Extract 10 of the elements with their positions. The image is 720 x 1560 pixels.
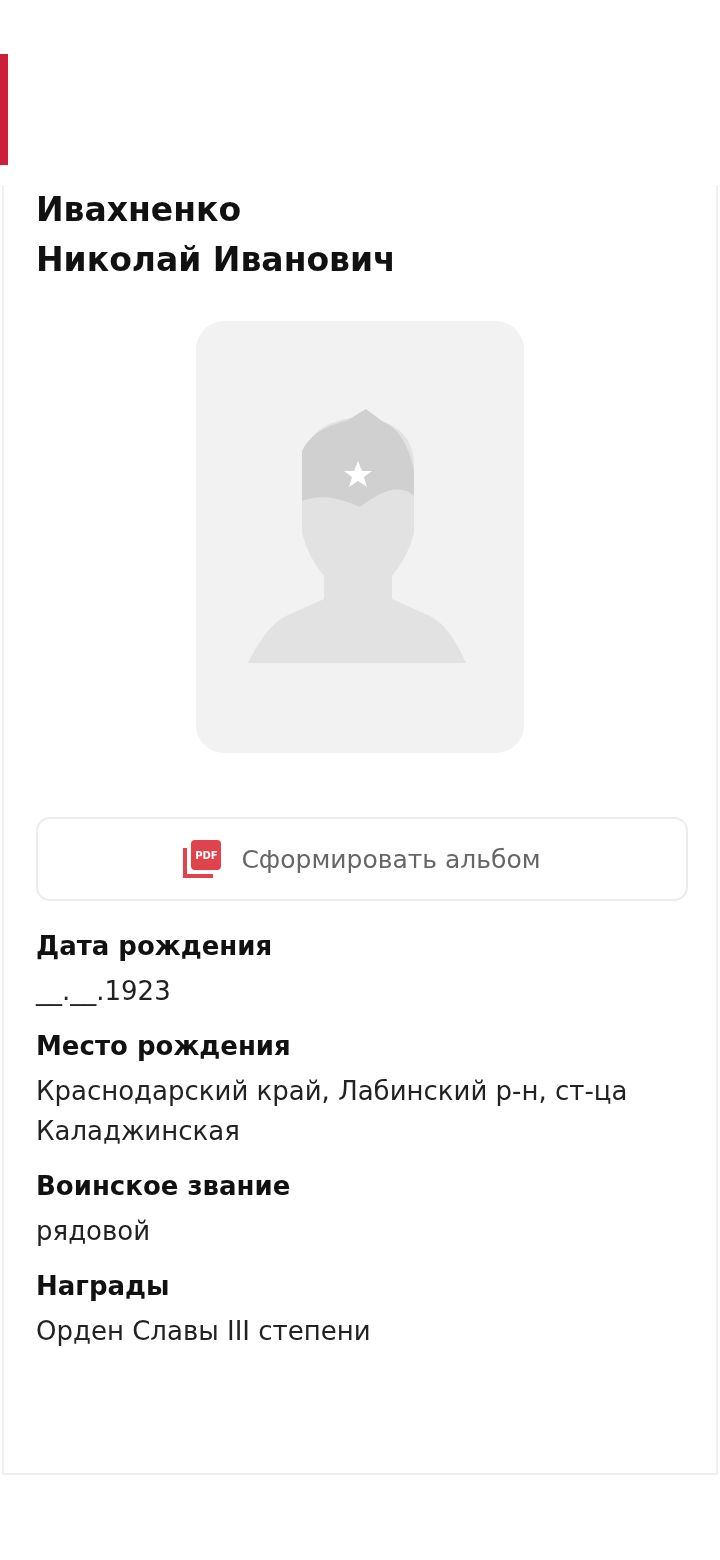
field-label: Дата рождения <box>36 930 274 963</box>
field-label: Награды <box>36 1270 171 1303</box>
field-label: Место рождения <box>36 1030 292 1063</box>
field-value: __.__.1923 <box>36 975 172 1008</box>
field-label: Воинское звание <box>36 1170 292 1203</box>
person-name: Ивахненко Николай Иванович <box>36 189 397 281</box>
field-value: Орден Славы III степени <box>36 1315 372 1348</box>
field-value: Краснодарский край, Лабинский р-н, ст-ца Каладжинская <box>36 1075 629 1148</box>
album-button[interactable]: PDF Сформировать альбом <box>36 817 688 901</box>
field-value: рядовой <box>36 1215 152 1248</box>
